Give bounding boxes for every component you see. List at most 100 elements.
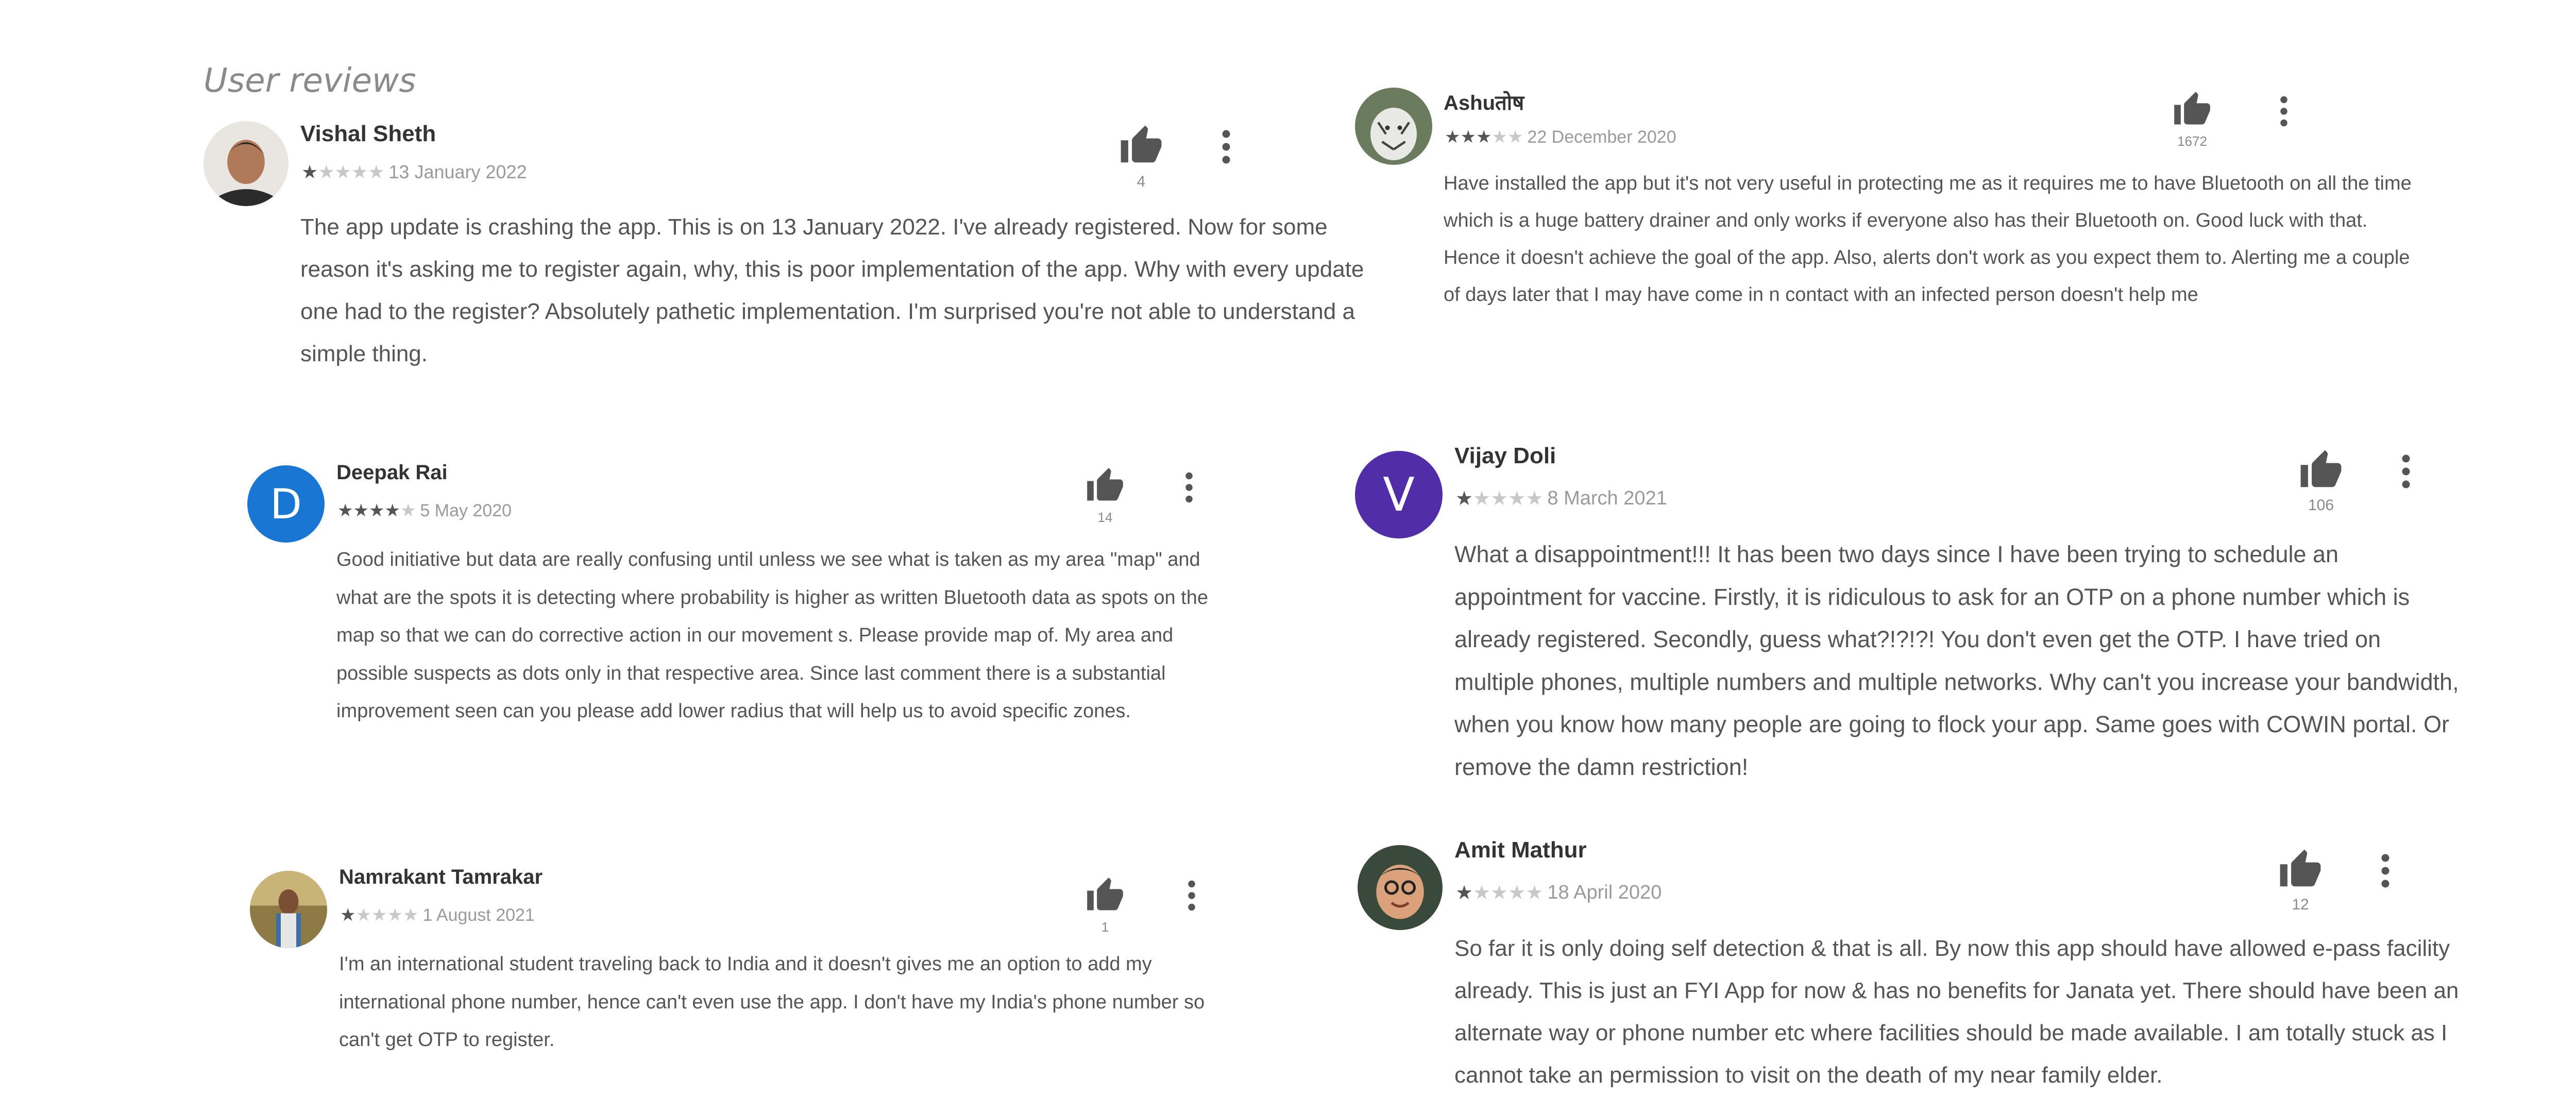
helpful-button[interactable]: 12 xyxy=(2275,848,2326,914)
star-icon: ★ xyxy=(1460,127,1476,147)
thumb-up-icon xyxy=(2174,92,2210,125)
avatar[interactable] xyxy=(1355,88,1432,165)
star-icon: ★ xyxy=(400,501,416,520)
star-icon: ★ xyxy=(318,161,335,182)
star-icon: ★ xyxy=(1490,882,1509,904)
star-icon: ★ xyxy=(353,501,369,520)
star-icon: ★ xyxy=(340,905,356,925)
more-vert-icon xyxy=(2402,454,2410,488)
more-options-button[interactable] xyxy=(1177,877,1206,917)
avatar[interactable]: V xyxy=(1355,451,1443,538)
star-rating: ★ ★ ★ ★ ★ xyxy=(1455,881,1543,904)
review-text: So far it is only doing self detection &… xyxy=(1454,936,2459,1088)
star-icon: ★ xyxy=(351,161,368,182)
star-rating: ★ ★ ★ ★ ★ xyxy=(340,905,418,925)
review-date: 13 January 2022 xyxy=(388,161,527,182)
star-icon: ★ xyxy=(1455,882,1473,904)
thumb-up-icon xyxy=(2280,849,2321,887)
thumb-up-icon xyxy=(1087,468,1123,501)
avatar[interactable] xyxy=(1358,845,1443,930)
star-icon: ★ xyxy=(1455,488,1473,510)
rating-date: ★ ★ ★ ★ ★ 13 January 2022 xyxy=(301,161,527,183)
more-vert-icon xyxy=(1188,880,1195,911)
star-icon: ★ xyxy=(355,905,371,925)
rating-date: ★ ★ ★ ★ ★ 22 December 2020 xyxy=(1445,127,1676,147)
rating-date: ★ ★ ★ ★ ★ 8 March 2021 xyxy=(1455,487,1667,510)
helpful-count: 4 xyxy=(1137,173,1146,190)
star-icon: ★ xyxy=(384,501,400,520)
star-icon: ★ xyxy=(371,905,387,925)
helpful-button[interactable]: 14 xyxy=(1082,466,1128,526)
avatar[interactable]: D xyxy=(247,465,325,543)
rating-date: ★ ★ ★ ★ ★ 1 August 2021 xyxy=(340,905,535,925)
review-text: Good initiative but data are really conf… xyxy=(336,549,1208,722)
review-text: What a disappointment!!! It has been two… xyxy=(1454,541,2459,780)
review-card: Vishal Sheth ★ ★ ★ ★ ★ 13 January 2022 The a… xyxy=(204,121,1364,389)
star-icon: ★ xyxy=(1476,127,1492,147)
helpful-count: 106 xyxy=(2308,497,2334,514)
star-icon: ★ xyxy=(1490,488,1509,510)
star-icon: ★ xyxy=(368,161,385,182)
more-vert-icon xyxy=(1222,130,1230,164)
reviewer-name: Vishal Sheth xyxy=(300,121,436,146)
more-vert-icon xyxy=(2381,854,2389,888)
star-icon: ★ xyxy=(1492,127,1507,147)
star-icon: ★ xyxy=(387,905,403,925)
review-date: 18 April 2020 xyxy=(1547,882,1662,903)
reviewer-name: Vijay Doli xyxy=(1454,443,1556,468)
star-icon: ★ xyxy=(1473,488,1491,510)
star-rating: ★ ★ ★ ★ ★ xyxy=(1445,127,1523,147)
rating-date: ★ ★ ★ ★ ★ 5 May 2020 xyxy=(337,500,512,521)
avatar-letter: D xyxy=(270,480,302,528)
review-text: The app update is crashing the app. This… xyxy=(300,214,1364,366)
reviewer-name: Namrakant Tamrakar xyxy=(339,866,543,888)
reviewer-name: Deepak Rai xyxy=(336,461,448,484)
more-vert-icon xyxy=(1185,472,1193,503)
avatar[interactable] xyxy=(204,121,289,206)
rating-date: ★ ★ ★ ★ ★ 18 April 2020 xyxy=(1455,881,1662,904)
review-date: 1 August 2021 xyxy=(422,905,535,925)
review-text: Have installed the app but it's not very… xyxy=(1444,173,2412,306)
star-icon: ★ xyxy=(337,501,353,520)
review-card: Amit Mathur ★ ★ ★ ★ ★ 18 April 2020 So far i… xyxy=(1358,837,2491,1110)
thumb-up-icon xyxy=(2300,450,2342,487)
star-icon: ★ xyxy=(368,501,385,520)
more-options-button[interactable] xyxy=(1211,126,1242,170)
thumb-up-icon xyxy=(1087,878,1123,910)
star-icon: ★ xyxy=(334,161,351,182)
helpful-button[interactable]: 106 xyxy=(2295,448,2347,514)
review-date: 8 March 2021 xyxy=(1547,487,1667,509)
helpful-button[interactable]: 4 xyxy=(1115,124,1167,191)
review-date: 22 December 2020 xyxy=(1527,127,1676,147)
star-rating: ★ ★ ★ ★ ★ xyxy=(337,500,416,521)
star-icon: ★ xyxy=(1508,882,1526,904)
review-card: Namrakant Tamrakar ★ ★ ★ ★ ★ 1 August 2021 I… xyxy=(250,866,1260,1072)
helpful-count: 1 xyxy=(1101,919,1109,935)
helpful-count: 12 xyxy=(2292,896,2309,913)
review-card: D Deepak Rai ★ ★ ★ ★ ★ 5 May 2020 Good initi… xyxy=(247,461,1257,781)
more-options-button[interactable] xyxy=(2269,93,2298,132)
avatar[interactable] xyxy=(250,871,327,948)
star-icon: ★ xyxy=(402,905,419,925)
more-options-button[interactable] xyxy=(2370,850,2401,894)
avatar-letter: V xyxy=(1383,467,1415,522)
star-icon: ★ xyxy=(1473,882,1491,904)
more-vert-icon xyxy=(2280,96,2287,127)
star-rating: ★ ★ ★ ★ ★ xyxy=(301,161,384,183)
thumb-up-icon xyxy=(1121,125,1162,163)
star-rating: ★ ★ ★ ★ ★ xyxy=(1455,487,1543,510)
reviewer-name: Ashuतोष xyxy=(1444,92,1524,114)
review-date: 5 May 2020 xyxy=(420,500,512,520)
more-options-button[interactable] xyxy=(1175,469,1204,509)
star-icon: ★ xyxy=(1526,882,1544,904)
star-icon: ★ xyxy=(1507,127,1523,147)
helpful-button[interactable]: 1 xyxy=(1082,876,1128,935)
review-text: I'm an international student traveling b… xyxy=(339,953,1205,1051)
helpful-button[interactable]: 1672 xyxy=(2169,90,2215,149)
more-options-button[interactable] xyxy=(2391,451,2421,495)
review-card: V Vijay Doli ★ ★ ★ ★ ★ 8 March 2021 What a d… xyxy=(1355,443,2488,794)
star-icon: ★ xyxy=(301,161,318,182)
helpful-count: 1672 xyxy=(2177,133,2207,149)
page-title: User reviews xyxy=(204,62,416,100)
reviewer-name: Amit Mathur xyxy=(1454,837,1587,863)
